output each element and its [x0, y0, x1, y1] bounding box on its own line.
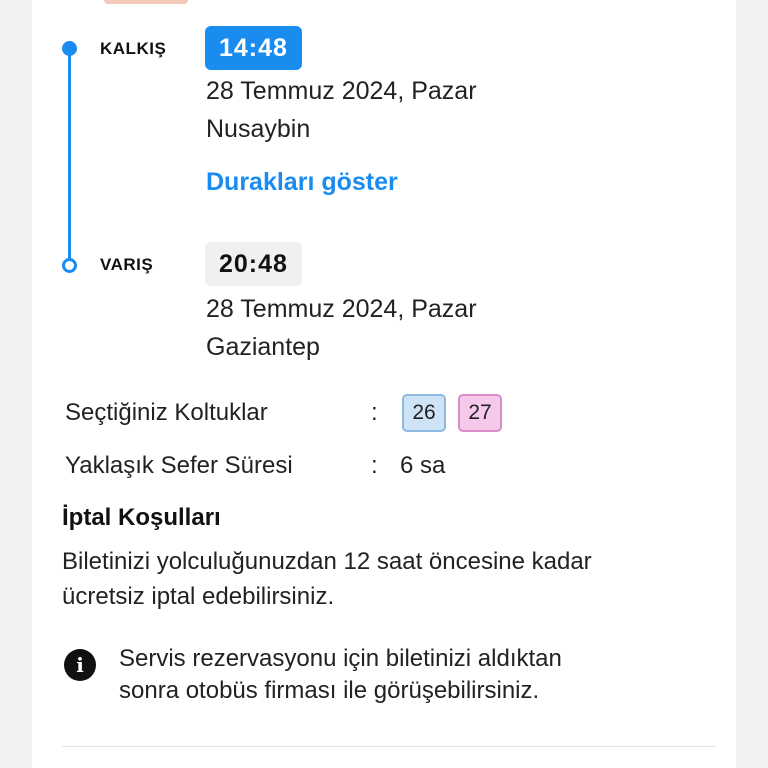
arrival-time-badge: 20:48	[205, 242, 302, 286]
top-tab-edge	[104, 0, 188, 4]
duration-label: Yaklaşık Sefer Süresi	[65, 452, 293, 479]
notice-text-line2: sonra otobüs firması ile görüşebilirsini…	[119, 677, 540, 704]
departure-date: 28 Temmuz 2024, Pazar	[206, 77, 477, 105]
seats-colon: :	[371, 399, 378, 426]
show-stops-link[interactable]: Durakları göster	[206, 168, 398, 197]
seat-badge: 26	[402, 394, 446, 432]
departure-city: Nusaybin	[206, 115, 311, 143]
duration-colon: :	[371, 452, 378, 479]
cancellation-text-line2: ücretsiz iptal edebilirsiniz.	[62, 583, 335, 610]
divider	[62, 746, 716, 747]
seats-label: Seçtiğiniz Koltuklar	[65, 399, 268, 426]
info-icon: i	[64, 649, 96, 681]
cancellation-text-line1: Biletinizi yolculuğunuzdan 12 saat önces…	[62, 548, 592, 575]
cancellation-title: İptal Koşulları	[62, 504, 221, 531]
seat-badge: 27	[458, 394, 502, 432]
duration-value: 6 sa	[400, 452, 446, 479]
arrival-city: Gaziantep	[206, 333, 320, 361]
departure-dot-icon	[62, 41, 77, 56]
notice-text-line1: Servis rezervasyonu için biletinizi aldı…	[119, 645, 562, 672]
departure-label: KALKIŞ	[100, 39, 167, 58]
arrival-label: VARIŞ	[100, 255, 154, 274]
departure-time-badge: 14:48	[205, 26, 302, 70]
arrival-date: 28 Temmuz 2024, Pazar	[206, 295, 477, 323]
timeline-line	[68, 48, 71, 266]
arrival-dot-icon	[62, 258, 77, 273]
